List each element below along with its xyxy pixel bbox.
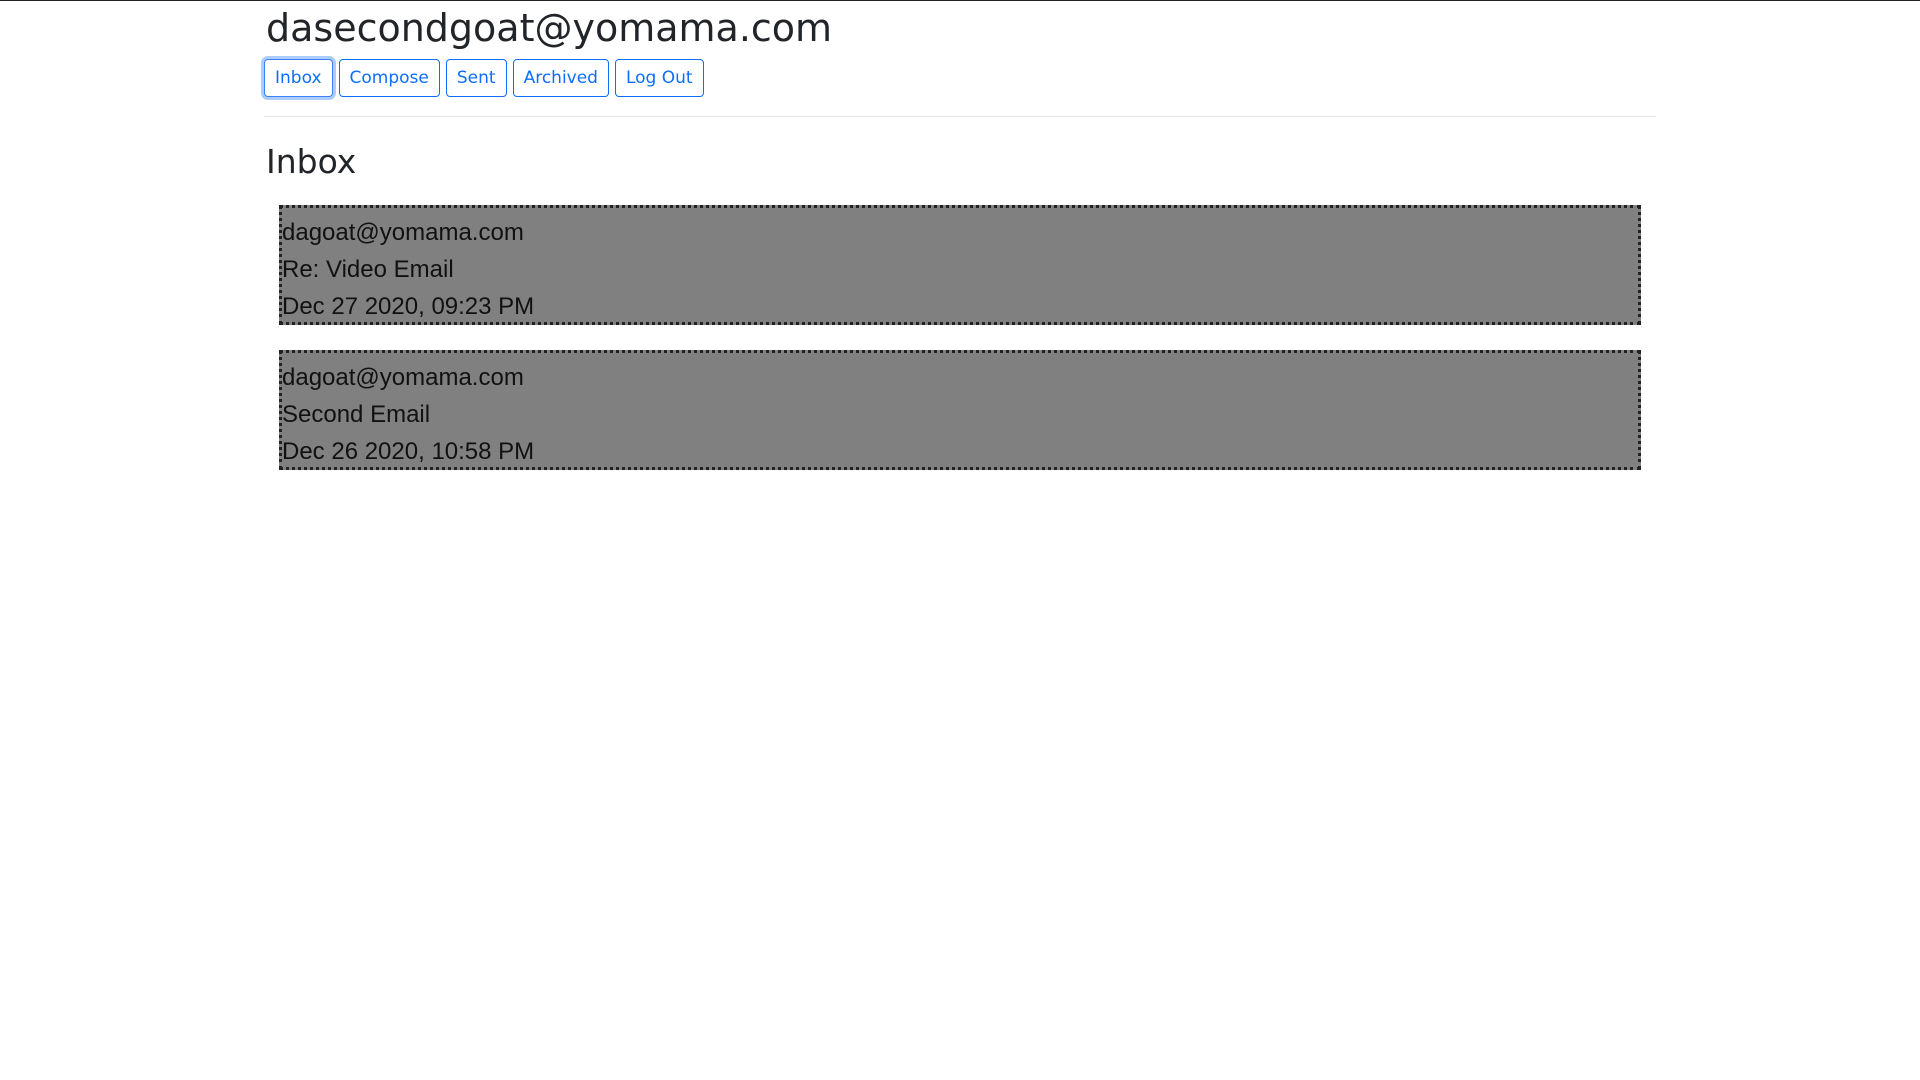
email-timestamp: Dec 26 2020, 10:58 PM <box>282 438 535 465</box>
email-sender: dagoat@yomama.com <box>282 219 524 246</box>
archived-button[interactable]: Archived <box>512 59 609 97</box>
email-timestamp: Dec 27 2020, 09:23 PM <box>282 293 535 320</box>
logout-button[interactable]: Log Out <box>614 59 704 97</box>
email-sender: dagoat@yomama.com <box>282 364 524 391</box>
email-subject: Re: Video Email <box>282 256 454 283</box>
user-email-title: dasecondgoat@yomama.com <box>266 6 833 50</box>
compose-button[interactable]: Compose <box>338 59 440 97</box>
email-subject: Second Email <box>282 401 431 428</box>
email-list: dagoat@yomama.com Re: Video Email Dec 27… <box>279 205 1641 495</box>
email-item[interactable]: dagoat@yomama.com Second Email Dec 26 20… <box>279 350 1641 470</box>
mailbox-nav: Inbox Compose Sent Archived Log Out <box>264 59 704 97</box>
inbox-button[interactable]: Inbox <box>264 59 333 97</box>
email-item[interactable]: dagoat@yomama.com Re: Video Email Dec 27… <box>279 205 1641 325</box>
sent-button[interactable]: Sent <box>445 59 507 97</box>
mailbox-heading: Inbox <box>266 142 357 181</box>
header-divider <box>264 116 1656 117</box>
